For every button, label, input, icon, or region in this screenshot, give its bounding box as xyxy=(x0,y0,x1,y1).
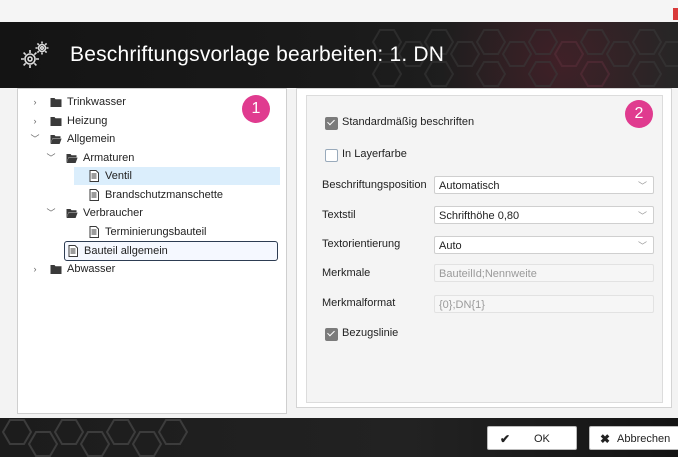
chevron-right-icon[interactable]: › xyxy=(30,260,40,278)
tree-item-label: Ventil xyxy=(105,170,132,182)
position-value: Automatisch xyxy=(439,180,500,192)
tree-item-label: Trinkwasser xyxy=(67,96,126,108)
tree-item[interactable]: Brandschutzmanschette xyxy=(65,186,280,204)
chevron-down-icon[interactable]: ﹀ xyxy=(46,204,56,222)
tree-item[interactable]: Terminierungsbauteil xyxy=(65,223,280,241)
merkmalformat-value: {0};DN{1} xyxy=(439,299,485,311)
layer-color-label: In Layerfarbe xyxy=(342,148,407,160)
chevron-down-icon: ﹀ xyxy=(637,181,647,191)
document-icon xyxy=(88,170,100,182)
cancel-label: Abbrechen xyxy=(617,433,671,445)
tree-item-label: Abwasser xyxy=(67,262,116,275)
chevron-down-icon[interactable]: ﹀ xyxy=(46,149,56,167)
tree-item[interactable]: ﹀ Allgemein xyxy=(27,130,280,148)
chevron-down-icon: ﹀ xyxy=(637,211,647,221)
tree-item-label: Brandschutzmanschette xyxy=(105,188,224,201)
tree-item[interactable]: Bauteil allgemein xyxy=(64,241,278,261)
merkmale-label: Merkmale xyxy=(322,267,371,279)
merkmale-value: BauteilId;Nennweite xyxy=(439,268,537,280)
tree-item-label: Armaturen xyxy=(83,151,135,164)
position-select[interactable]: Automatisch ﹀ xyxy=(434,176,654,194)
orientation-label: Textorientierung xyxy=(322,238,401,250)
chevron-down-icon[interactable]: ﹀ xyxy=(30,130,40,148)
merkmalformat-label: Merkmalformat xyxy=(322,297,396,309)
ok-button[interactable]: ✔ OK xyxy=(487,426,577,450)
folder-open-icon xyxy=(66,207,78,219)
dialog-header: Beschriftungsvorlage bearbeiten: 1. DN xyxy=(0,22,678,88)
tree-item[interactable]: › Abwasser xyxy=(27,260,280,278)
window-close-edge[interactable] xyxy=(673,8,678,20)
chevron-right-icon[interactable]: › xyxy=(30,93,40,111)
tree-item-label: Bauteil allgemein xyxy=(84,245,168,257)
badge-1: 1 xyxy=(242,95,270,123)
hex-pattern-decoration xyxy=(1,419,189,457)
bezugslinie-checkbox[interactable] xyxy=(325,328,338,341)
dialog-footer: ✔ OK ✖ Abbrechen xyxy=(0,418,678,457)
tree-item-label: Allgemein xyxy=(67,133,116,145)
folder-open-icon xyxy=(66,152,78,164)
tree-item-label: Terminierungsbauteil xyxy=(105,225,207,238)
bezugslinie-label: Bezugslinie xyxy=(342,327,399,339)
tree-panel: › Trinkwasser › Heizung ﹀ Allgemein ﹀ Armaturen… xyxy=(17,88,287,414)
tree-item-label: Verbraucher xyxy=(83,207,143,219)
textstil-label: Textstil xyxy=(322,209,356,221)
document-icon xyxy=(88,188,100,201)
orientation-value: Auto xyxy=(439,240,462,252)
document-icon xyxy=(67,245,79,257)
tree-item-label: Heizung xyxy=(67,114,108,127)
layer-color-checkbox[interactable] xyxy=(325,149,338,162)
gears-icon xyxy=(21,41,49,68)
badge-2: 2 xyxy=(625,100,653,128)
chevron-right-icon[interactable]: › xyxy=(30,112,40,130)
folder-icon xyxy=(50,96,62,108)
folder-icon xyxy=(50,115,62,127)
cancel-button[interactable]: ✖ Abbrechen xyxy=(589,426,678,450)
dialog-content: › Trinkwasser › Heizung ﹀ Allgemein ﹀ Armaturen… xyxy=(0,88,678,418)
window-top-strip xyxy=(0,0,678,22)
settings-group: 2 Standardmäßig beschriften In Layerfarb… xyxy=(306,95,663,403)
textstil-value: Schrifthöhe 0,80 xyxy=(439,210,520,222)
checkmark-icon: ✔ xyxy=(500,432,511,446)
tree-item[interactable]: ﹀ Verbraucher xyxy=(43,204,280,222)
folder-icon xyxy=(50,263,62,275)
folder-open-icon xyxy=(50,133,62,145)
ok-label: OK xyxy=(534,433,550,445)
dialog-title: Beschriftungsvorlage bearbeiten: 1. DN xyxy=(70,43,445,66)
orientation-select[interactable]: Auto ﹀ xyxy=(434,236,654,254)
merkmalformat-field[interactable]: {0};DN{1} xyxy=(434,295,654,313)
tree-item[interactable]: Ventil xyxy=(74,167,280,185)
standard-label: Standardmäßig beschriften xyxy=(342,116,475,128)
settings-panel: 2 Standardmäßig beschriften In Layerfarb… xyxy=(296,88,672,408)
position-label: Beschriftungsposition xyxy=(322,179,427,191)
standard-checkbox[interactable] xyxy=(325,117,338,130)
merkmale-field[interactable]: BauteilId;Nennweite xyxy=(434,264,654,282)
chevron-down-icon: ﹀ xyxy=(637,241,647,251)
document-icon xyxy=(88,225,100,238)
textstil-select[interactable]: Schrifthöhe 0,80 ﹀ xyxy=(434,206,654,224)
tree-item[interactable]: ﹀ Armaturen xyxy=(43,149,280,167)
close-icon: ✖ xyxy=(600,432,611,446)
